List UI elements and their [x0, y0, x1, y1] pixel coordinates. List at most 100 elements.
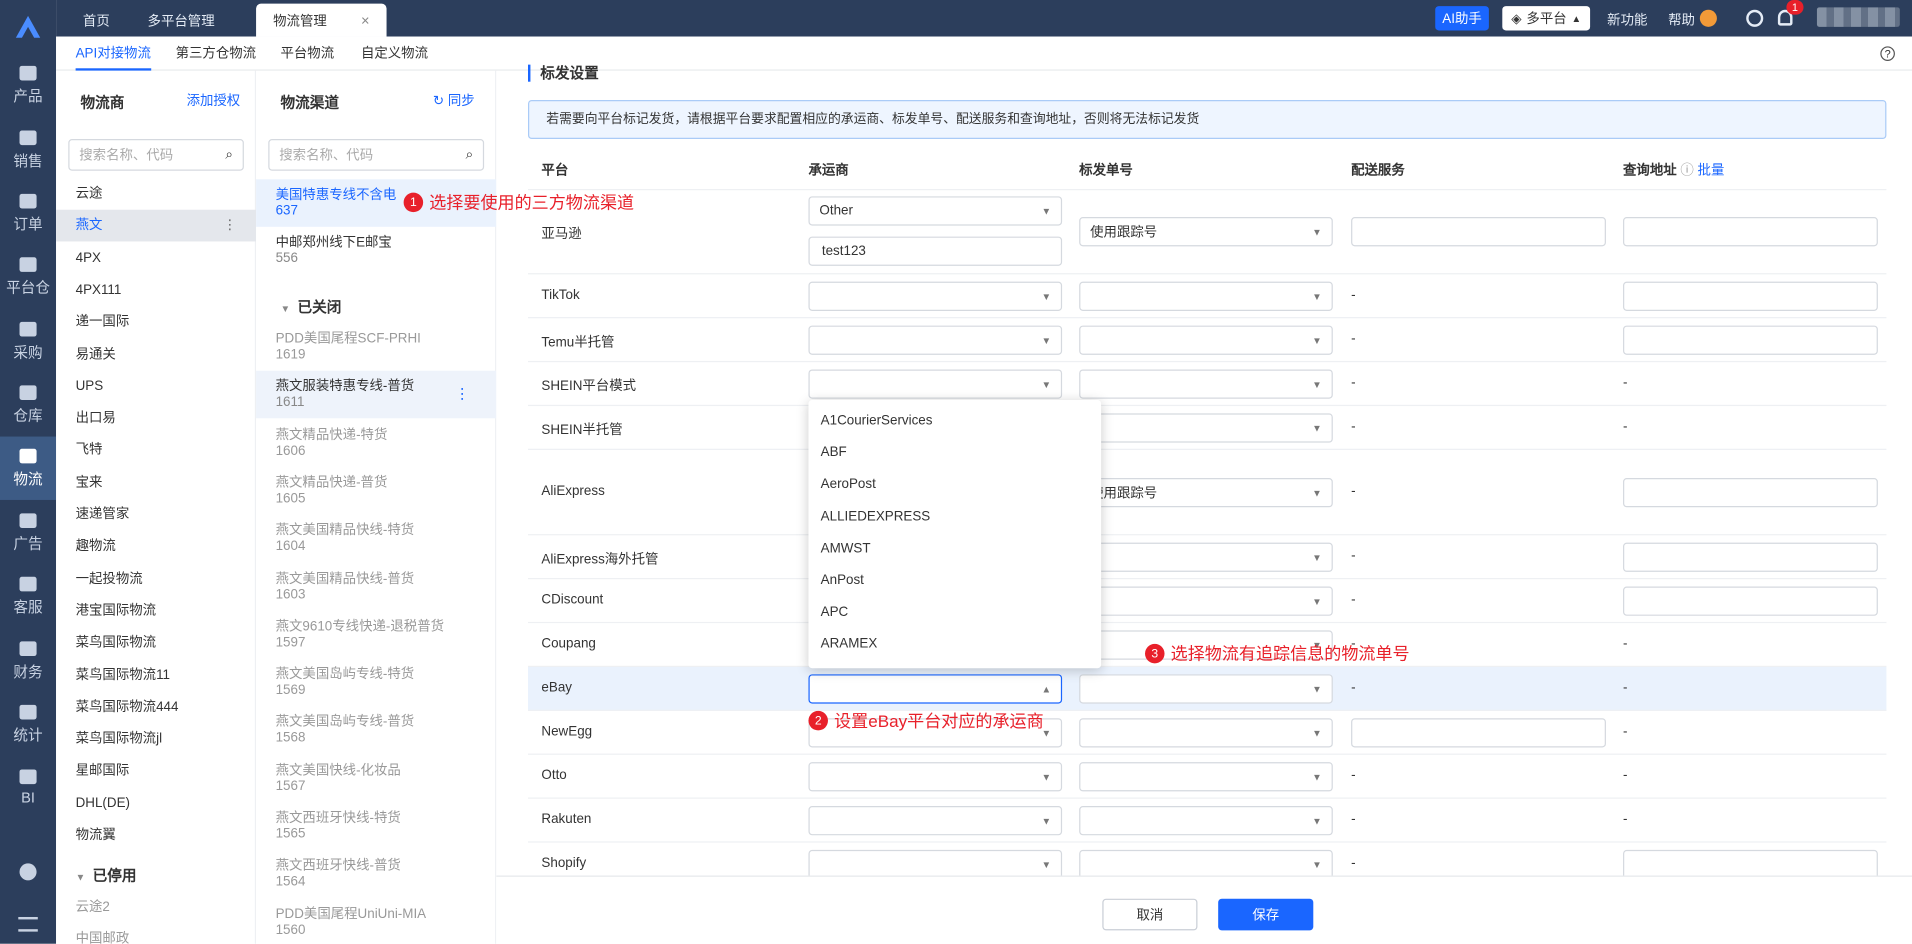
service-input[interactable]	[1351, 718, 1606, 748]
carrier-item[interactable]: 燕文 ⋮	[56, 210, 257, 242]
carrier-item[interactable]: DHL(DE)	[56, 787, 256, 819]
download-icon[interactable]	[1746, 9, 1764, 27]
nav-item-sales[interactable]: 销售	[0, 118, 56, 181]
carrier-select[interactable]: ▲	[808, 674, 1063, 704]
channel-item[interactable]: 燕文美国精品快线-普货 1603	[256, 563, 496, 611]
tracking-select[interactable]: ▼	[1079, 718, 1333, 748]
tracking-select[interactable]: 使用跟踪号 ▼	[1079, 478, 1333, 508]
dropdown-option[interactable]: ARAMEX	[808, 628, 1101, 660]
carrier-item[interactable]: UPS	[56, 370, 256, 402]
tab-home[interactable]: 首页	[66, 4, 127, 37]
channel-item[interactable]: 燕文美国岛屿专线-普货 1568	[256, 707, 496, 755]
carrier-item[interactable]: 一起投物流	[56, 563, 256, 595]
dropdown-option[interactable]: AnPost	[808, 565, 1101, 597]
channel-search-input[interactable]: 搜索名称、代码 ⌕	[268, 139, 485, 171]
tracking-select[interactable]: ▼	[1079, 762, 1333, 792]
channel-item[interactable]: PDD美国尾程UniUni-MIA 1560	[256, 898, 496, 944]
carrier-item[interactable]: 宝来	[56, 467, 256, 499]
carrier-item[interactable]: 云途	[56, 178, 256, 210]
dropdown-option[interactable]: APC	[808, 597, 1101, 629]
carrier-item[interactable]: 飞特	[56, 435, 256, 467]
tracking-select[interactable]: ▼	[1079, 586, 1333, 616]
tracking-select[interactable]: ▼	[1079, 325, 1333, 355]
carrier-item[interactable]: 星邮国际	[56, 755, 256, 787]
carrier-item[interactable]: 4PX	[56, 242, 256, 274]
channel-item[interactable]: 燕文美国快线-化妆品 1567	[256, 754, 496, 802]
tab-multi-platform[interactable]: 多平台管理	[130, 4, 231, 37]
cancel-button[interactable]: 取消	[1102, 898, 1198, 931]
channel-item[interactable]: PDD美国尾程SCF-PRHI 1619	[256, 323, 496, 371]
subtab-platform-logistics[interactable]: 平台物流	[280, 37, 334, 71]
carrier-item[interactable]: 菜鸟国际物流444	[56, 691, 256, 723]
nav-item-ads[interactable]: 广告	[0, 501, 56, 564]
subtab-api-logistics[interactable]: API对接物流	[75, 37, 151, 71]
settings-icon[interactable]	[19, 863, 37, 881]
carrier-item[interactable]: 趣物流	[56, 531, 256, 563]
channel-item[interactable]: 燕文精品快递-特货 1606	[256, 419, 496, 467]
sync-button[interactable]: ↻ 同步	[433, 90, 475, 110]
channel-item[interactable]: 燕文美国岛屿专线-特货 1569	[256, 659, 496, 707]
menu-toggle-icon[interactable]	[18, 916, 38, 932]
channel-item[interactable]: 中邮郑州线下E邮宝 556	[256, 227, 496, 275]
dropdown-option[interactable]: AeroPost	[808, 469, 1101, 501]
carrier-item[interactable]: 菜鸟国际物流11	[56, 659, 256, 691]
nav-item-warehouse[interactable]: 仓库	[0, 373, 56, 436]
tracking-select[interactable]: ▼	[1079, 413, 1333, 443]
carrier-select[interactable]: ▼	[808, 281, 1063, 311]
new-feature-link[interactable]: 新功能	[1607, 10, 1647, 30]
carrier-item[interactable]: 菜鸟国际物流	[56, 627, 256, 659]
closed-channels-header[interactable]: ▼ 已关闭	[256, 290, 496, 324]
dropdown-option[interactable]: ALLIEDEXPRESS	[808, 501, 1101, 533]
carrier-search-input[interactable]: 搜索名称、代码 ⌕	[68, 139, 244, 171]
nav-item-products[interactable]: 产品	[0, 54, 56, 117]
more-icon[interactable]: ⋮	[223, 210, 236, 242]
dropdown-option[interactable]: AMWST	[808, 533, 1101, 565]
tab-logistics[interactable]: 物流管理 ×	[256, 3, 387, 37]
channel-item[interactable]: 燕文精品快递-普货 1605	[256, 467, 496, 515]
help-circle-icon[interactable]: ?	[1880, 46, 1895, 61]
carrier-select[interactable]: ▼	[808, 762, 1063, 792]
carrier-item[interactable]: 物流翼	[56, 819, 256, 851]
carrier-item[interactable]: 速递管家	[56, 499, 256, 531]
channel-item[interactable]: 燕文西班牙快线-普货 1564	[256, 850, 496, 898]
carrier-item[interactable]: 4PX111	[56, 274, 256, 306]
carrier-item[interactable]: 菜鸟国际物流jl	[56, 723, 256, 755]
tracking-select[interactable]: ▼	[1079, 281, 1333, 311]
tracking-select[interactable]: ▼	[1079, 806, 1333, 836]
query-url-input[interactable]	[1623, 478, 1878, 508]
nav-item-finance[interactable]: 财务	[0, 629, 56, 692]
support-icon[interactable]	[1699, 9, 1717, 27]
channel-item[interactable]: 燕文服装特惠专线-普货 1611 ⋮	[256, 371, 497, 419]
nav-item-logistics[interactable]: 物流	[0, 436, 57, 500]
app-logo[interactable]	[0, 0, 56, 54]
channel-item[interactable]: 燕文9610专线快递-退税普货 1597	[256, 611, 496, 659]
dropdown-option[interactable]: ABF	[808, 437, 1101, 469]
save-button[interactable]: 保存	[1218, 898, 1314, 931]
nav-item-service[interactable]: 客服	[0, 565, 56, 628]
user-avatar[interactable]	[1816, 7, 1900, 27]
channel-item[interactable]: 燕文美国精品快线-特货 1604	[256, 515, 496, 563]
close-icon[interactable]: ×	[361, 12, 370, 29]
nav-item-stats[interactable]: 统计	[0, 693, 56, 756]
add-authorization-link[interactable]: 添加授权	[187, 90, 241, 110]
nav-item-orders[interactable]: 订单	[0, 182, 56, 245]
subtab-custom-logistics[interactable]: 自定义物流	[361, 37, 428, 71]
more-icon[interactable]: ⋮	[455, 386, 470, 403]
nav-item-platform-warehouse[interactable]: 平台仓	[0, 245, 56, 308]
subtab-third-party-warehouse[interactable]: 第三方仓物流	[176, 37, 256, 71]
tracking-select[interactable]: ▼	[1079, 369, 1333, 399]
query-url-input[interactable]	[1623, 281, 1878, 311]
ai-assistant-button[interactable]: AI助手	[1435, 6, 1489, 31]
help-link[interactable]: 帮助	[1668, 10, 1695, 30]
query-url-input[interactable]	[1623, 542, 1878, 572]
carrier-select[interactable]: ▼	[808, 369, 1063, 399]
carrier-select[interactable]: ▼	[808, 806, 1063, 836]
query-url-input[interactable]	[1623, 325, 1878, 355]
nav-item-bi[interactable]: BI	[0, 756, 56, 819]
carrier-item[interactable]: 中国邮政	[56, 923, 256, 944]
tracking-select[interactable]: ▼	[1079, 542, 1333, 572]
tracking-select[interactable]: ▼	[1079, 674, 1333, 704]
dropdown-option[interactable]: A1CourierServices	[808, 405, 1101, 437]
carrier-item[interactable]: 递一国际	[56, 306, 256, 338]
carrier-item[interactable]: 云途2	[56, 891, 256, 923]
